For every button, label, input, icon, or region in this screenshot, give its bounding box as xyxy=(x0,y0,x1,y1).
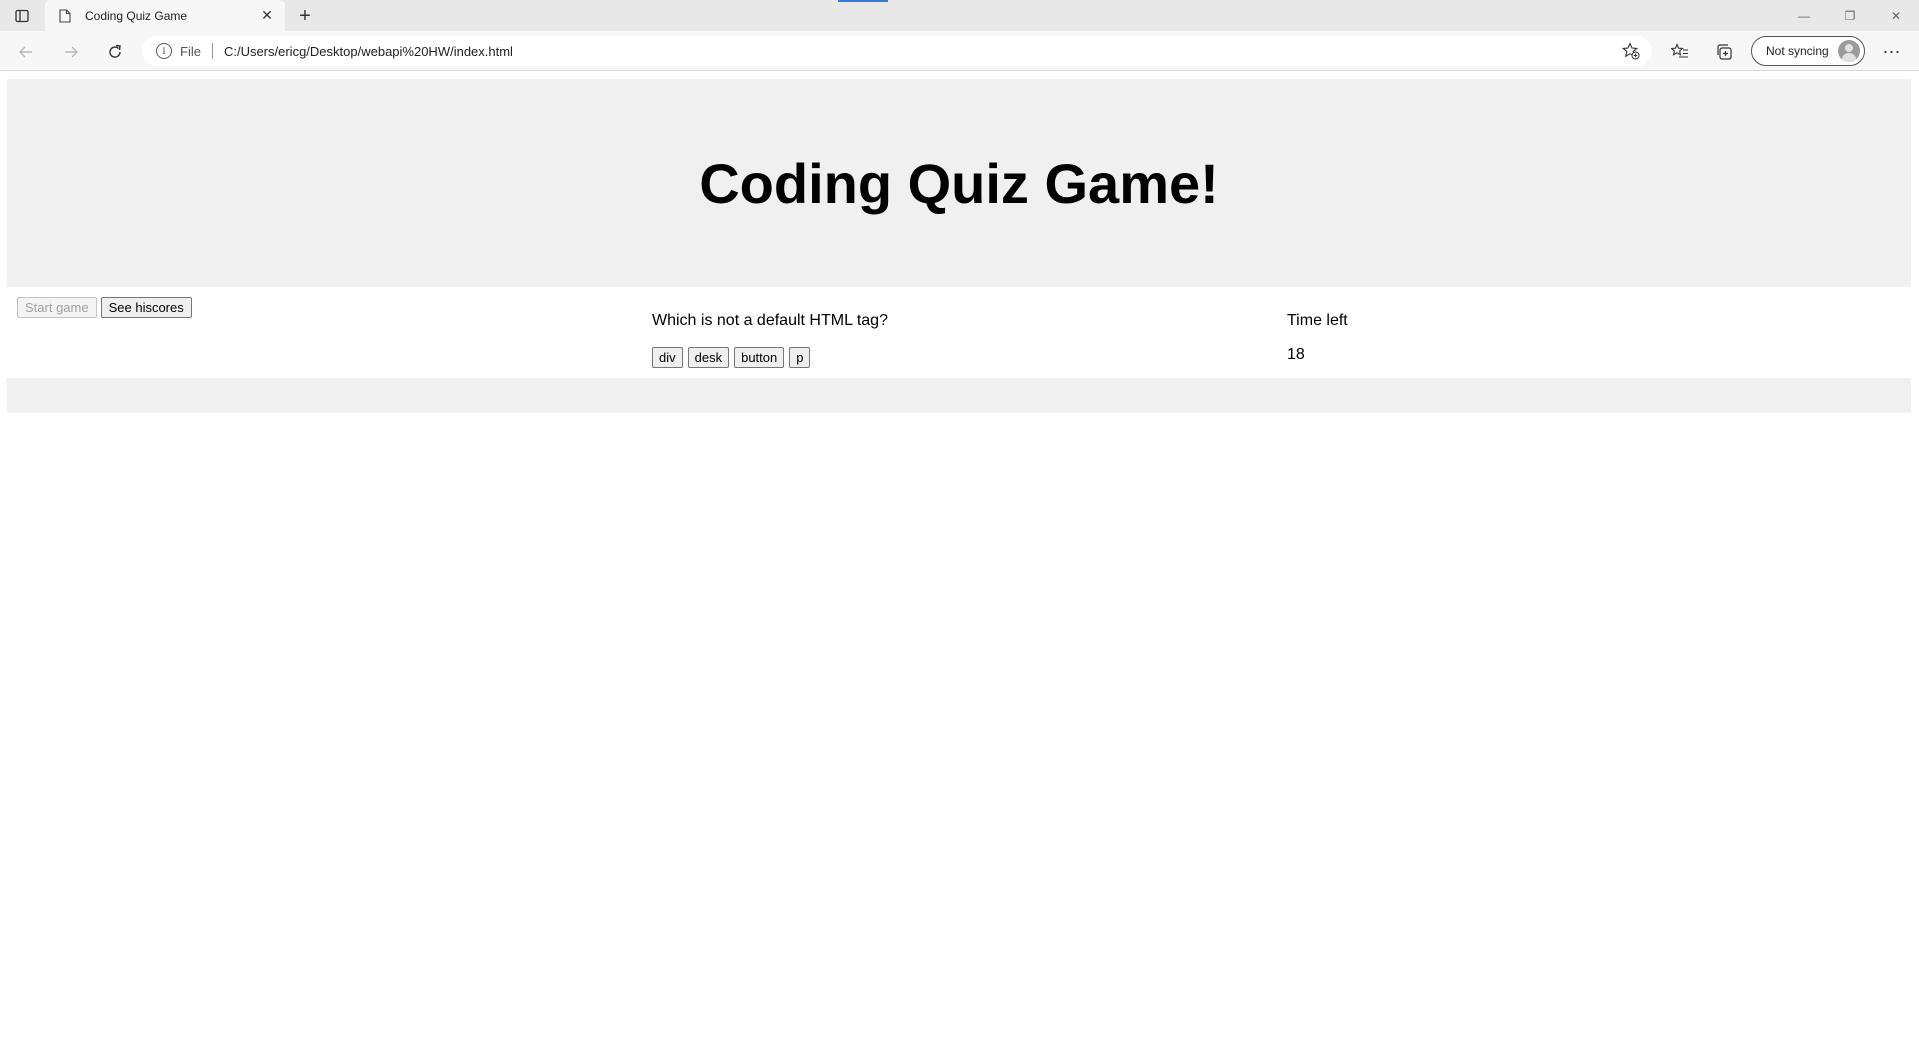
forward-arrow-icon[interactable] xyxy=(58,39,84,65)
add-favorite-icon[interactable] xyxy=(1616,38,1646,64)
page-title: Coding Quiz Game! xyxy=(699,151,1219,215)
tab-actions-icon[interactable] xyxy=(12,6,32,26)
avatar xyxy=(1838,40,1860,62)
quiz-question: Which is not a default HTML tag? xyxy=(652,312,888,329)
more-options-icon[interactable]: ⋯ xyxy=(1879,39,1905,65)
close-window-icon[interactable]: ✕ xyxy=(1873,0,1919,31)
address-bar[interactable]: i File C:/Users/ericg/Desktop/webapi%20H… xyxy=(142,36,1652,66)
back-arrow-icon[interactable] xyxy=(13,39,39,65)
browser-tab[interactable]: Coding Quiz Game ✕ xyxy=(45,0,285,31)
timer-label: Time left xyxy=(1287,312,1348,329)
window-controls: — ❐ ✕ xyxy=(1781,0,1919,31)
close-tab-icon[interactable]: ✕ xyxy=(257,6,277,26)
start-game-button[interactable]: Start game xyxy=(17,297,97,318)
collections-icon[interactable] xyxy=(1711,39,1737,65)
tab-strip: Coding Quiz Game ✕ + — ❐ ✕ xyxy=(0,0,1919,31)
see-hiscores-button[interactable]: See hiscores xyxy=(100,297,192,318)
new-tab-button[interactable]: + xyxy=(294,5,316,27)
profile-label: Not syncing xyxy=(1766,44,1829,58)
timer-value: 18 xyxy=(1287,346,1305,363)
restore-icon[interactable]: ❐ xyxy=(1827,0,1873,31)
page-header: Coding Quiz Game! xyxy=(7,79,1911,287)
game-controls: Start game See hiscores xyxy=(17,297,192,318)
answer-button[interactable]: p xyxy=(789,347,811,368)
answer-options: div desk button p xyxy=(652,347,811,368)
address-separator xyxy=(211,43,213,59)
reload-icon[interactable] xyxy=(102,39,128,65)
answer-button[interactable]: button xyxy=(734,347,785,368)
url-text[interactable]: C:/Users/ericg/Desktop/webapi%20HW/index… xyxy=(224,44,1616,59)
page-icon xyxy=(57,8,73,24)
answer-button[interactable]: desk xyxy=(687,347,730,368)
profile-button[interactable]: Not syncing xyxy=(1751,36,1865,66)
scheme-label: File xyxy=(180,43,201,59)
page-viewport: Coding Quiz Game! Start game See hiscore… xyxy=(0,72,1919,1037)
favorites-icon[interactable] xyxy=(1667,39,1693,65)
answer-button[interactable]: div xyxy=(652,347,683,368)
info-icon[interactable]: i xyxy=(156,43,172,59)
minimize-icon[interactable]: — xyxy=(1781,0,1827,31)
page-footer xyxy=(7,378,1911,413)
browser-toolbar: i File C:/Users/ericg/Desktop/webapi%20H… xyxy=(0,31,1919,71)
tab-title: Coding Quiz Game xyxy=(85,8,188,23)
drag-indicator xyxy=(838,0,888,2)
